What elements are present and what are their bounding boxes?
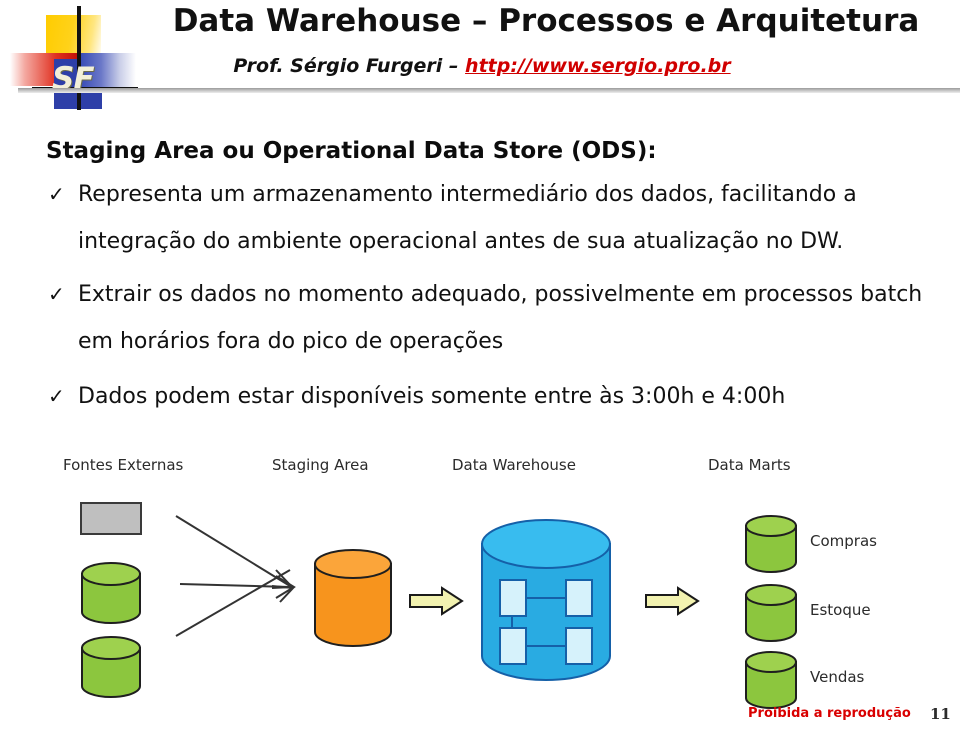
check-icon: ✓: [48, 182, 65, 206]
ingest-arrows: [175, 515, 296, 637]
author-name: Prof. Sérgio Furgeri –: [233, 55, 466, 77]
diagram-column-label-marts: Data Marts: [708, 456, 791, 474]
diagram-column-label-warehouse: Data Warehouse: [452, 456, 576, 474]
data-mart-label: Estoque: [810, 601, 871, 619]
bullet-text: Dados podem estar disponíveis somente en…: [78, 384, 786, 409]
diagram-column-label-sources: Fontes Externas: [63, 456, 184, 474]
data-mart-cylinder: [745, 515, 797, 573]
header-subtitle: Prof. Sérgio Furgeri – http://www.sergio…: [132, 54, 832, 78]
brand-logo: SF: [8, 6, 138, 110]
copyright-notice: Proibida a reprodução: [748, 706, 911, 721]
data-mart-label: Vendas: [810, 668, 865, 686]
section-heading: Staging Area ou Operational Data Store (…: [46, 138, 657, 164]
flow-arrow-staging-to-warehouse: [409, 586, 464, 616]
author-website-link[interactable]: http://www.sergio.pro.br: [465, 55, 731, 77]
data-mart-cylinder: [745, 584, 797, 642]
source-system-rect: [80, 502, 142, 535]
page-number: 11: [930, 705, 951, 723]
bullet-text: Representa um armazenamento intermediári…: [78, 182, 857, 254]
content-body: Staging Area ou Operational Data Store (…: [46, 136, 946, 420]
architecture-diagram: Fontes Externas Staging Area Data Wareho…: [52, 452, 924, 709]
source-database-cylinder: [81, 636, 141, 698]
check-icon: ✓: [48, 384, 65, 408]
check-icon: ✓: [48, 282, 65, 306]
bullet-item: ✓ Representa um armazenamento intermediá…: [46, 171, 946, 265]
bullet-item: ✓ Extrair os dados no momento adequado, …: [46, 271, 946, 365]
source-database-cylinder: [81, 562, 141, 624]
bullet-text: Extrair os dados no momento adequado, po…: [78, 282, 923, 354]
data-mart-cylinder: [745, 651, 797, 709]
page-title: Data Warehouse – Processos e Arquitetura: [172, 3, 920, 39]
slide-header: SF Data Warehouse – Processos e Arquitet…: [0, 0, 960, 112]
staging-area-cylinder: [314, 549, 392, 647]
data-warehouse-cylinder: [481, 519, 611, 681]
bullet-item: ✓ Dados podem estar disponíveis somente …: [46, 373, 946, 420]
flow-arrow-warehouse-to-marts: [645, 586, 700, 616]
header-divider: [18, 88, 960, 93]
data-mart-label: Compras: [810, 532, 877, 550]
diagram-column-label-staging: Staging Area: [272, 456, 369, 474]
